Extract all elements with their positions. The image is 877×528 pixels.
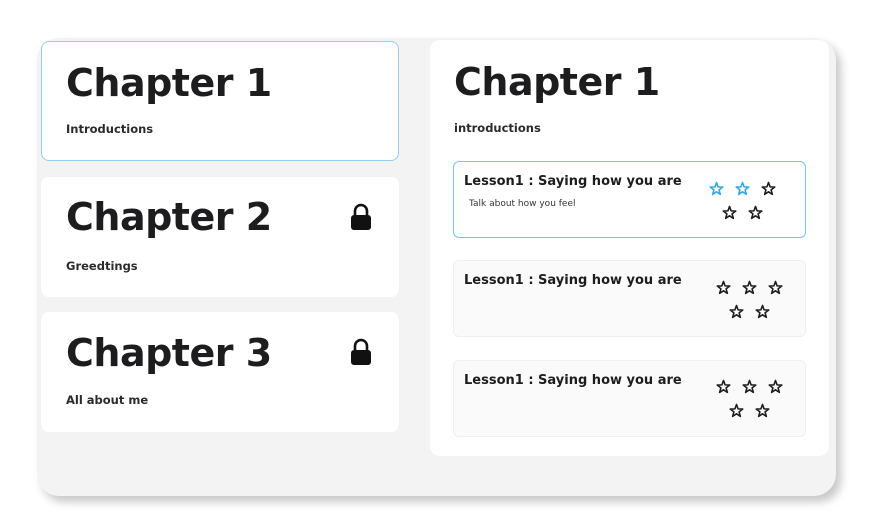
chapter-subtitle: Introductions	[66, 122, 154, 136]
lesson-title: Lesson1 : Saying how you are	[464, 174, 682, 189]
star-icon	[742, 280, 757, 295]
chapter-title: Chapter 1	[66, 61, 272, 105]
lesson-stars	[709, 181, 789, 231]
star-icon	[755, 304, 770, 319]
detail-subtitle: introductions	[454, 121, 541, 135]
star-icon	[709, 181, 724, 196]
chapter-detail-panel: Chapter 1 introductions Lesson1 : Saying…	[430, 40, 829, 456]
lesson-card-2[interactable]: Lesson1 : Saying how you are	[453, 260, 806, 337]
star-icon	[716, 280, 731, 295]
star-icon	[761, 181, 776, 196]
star-icon	[735, 181, 750, 196]
star-icon	[722, 205, 737, 220]
star-icon	[755, 403, 770, 418]
chapter-subtitle: All about me	[66, 393, 149, 407]
chapter-card-2[interactable]: Chapter 2 Greedtings	[41, 177, 399, 297]
lock-icon	[351, 338, 371, 365]
star-icon	[768, 379, 783, 394]
lesson-title: Lesson1 : Saying how you are	[464, 373, 682, 388]
star-icon	[742, 379, 757, 394]
chapter-subtitle: Greedtings	[66, 259, 138, 273]
chapter-card-1[interactable]: Chapter 1 Introductions	[41, 41, 399, 161]
lesson-description: Talk about how you feel	[469, 199, 576, 209]
chapter-title: Chapter 2	[66, 195, 272, 239]
lock-icon	[351, 203, 371, 230]
star-icon	[729, 304, 744, 319]
star-icon	[768, 280, 783, 295]
lesson-card-1[interactable]: Lesson1 : Saying how you are Talk about …	[453, 161, 806, 238]
lesson-card-3[interactable]: Lesson1 : Saying how you are	[453, 360, 806, 437]
chapter-card-3[interactable]: Chapter 3 All about me	[41, 312, 399, 432]
detail-title: Chapter 1	[454, 60, 660, 104]
star-icon	[748, 205, 763, 220]
lesson-title: Lesson1 : Saying how you are	[464, 273, 682, 288]
lesson-stars	[716, 280, 796, 330]
star-icon	[729, 403, 744, 418]
star-icon	[716, 379, 731, 394]
lesson-stars	[716, 379, 796, 429]
chapter-title: Chapter 3	[66, 331, 272, 375]
